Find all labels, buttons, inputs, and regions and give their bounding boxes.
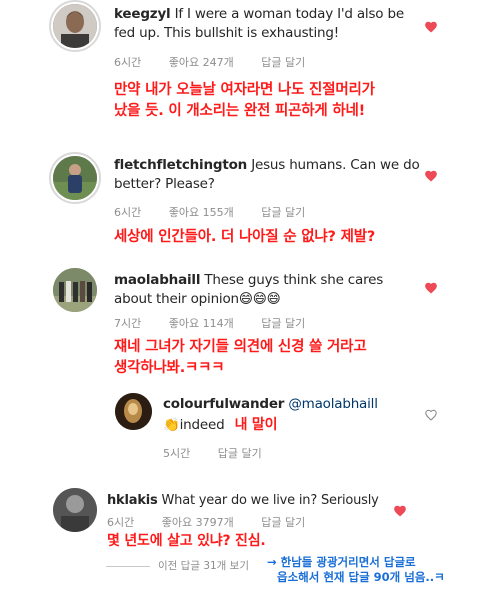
reply-button[interactable]: 답글 달기 — [261, 516, 305, 529]
avatar[interactable] — [53, 268, 97, 312]
comment-meta: 6시간 좋아요 155개 답글 달기 — [114, 204, 329, 220]
avatar[interactable] — [53, 488, 97, 532]
reply-text: colourfulwander @maolabhaill — [163, 395, 423, 414]
reply-button[interactable]: 답글 달기 — [261, 206, 305, 219]
translation: 내 말이 — [234, 417, 278, 433]
timestamp: 6시간 — [114, 206, 142, 219]
username[interactable]: hklakis — [107, 493, 158, 508]
view-previous-replies[interactable]: 이전 답글 31개 보기 — [106, 558, 249, 573]
note-line: 읍소해서 현재 답글 90개 넘음..ㅋ — [277, 570, 445, 584]
emoji: 👏 — [163, 417, 180, 433]
reply-button[interactable]: 답글 달기 — [261, 317, 305, 330]
comment-meta: 7시간 좋아요 114개 답글 달기 — [114, 315, 329, 331]
divider — [106, 565, 150, 567]
heart-icon[interactable] — [424, 281, 438, 295]
heart-icon[interactable] — [424, 20, 438, 34]
username[interactable]: maolabhaill — [114, 272, 200, 288]
reply-button[interactable]: 답글 달기 — [218, 447, 262, 460]
translation-line: 만약 내가 오늘날 여자라면 나도 진절머리가 — [114, 82, 375, 98]
avatar[interactable] — [53, 156, 97, 200]
comment-text: hklakis What year do we live in? Serious… — [107, 491, 407, 510]
heart-icon[interactable] — [424, 169, 438, 183]
translation-line: 세상에 인간들아. 더 나아질 순 없냐? 제발? — [114, 229, 376, 245]
comment-text: fletchfletchington Jesus humans. Can we … — [114, 156, 434, 194]
translation: 몇 년도에 살고 있냐? 진심. — [107, 531, 407, 552]
comment-meta: 5시간 답글 달기 — [163, 445, 286, 461]
like-count[interactable]: 좋아요 155개 — [169, 206, 234, 219]
timestamp: 5시간 — [163, 447, 191, 460]
translation-line: 생각하나봐.ㅋㅋㅋ — [114, 360, 225, 376]
comment-text: maolabhaill These guys think she cares a… — [114, 271, 414, 309]
avatar[interactable] — [115, 393, 152, 430]
like-count[interactable]: 좋아요 114개 — [169, 317, 234, 330]
mention-link[interactable]: @maolabhaill — [288, 396, 378, 412]
timestamp: 7시간 — [114, 317, 142, 330]
translation-line: 몇 년도에 살고 있냐? 진심. — [107, 533, 266, 549]
username[interactable]: colourfulwander — [163, 396, 284, 412]
comment-meta: 6시간 좋아요 3797개 답글 달기 — [107, 514, 329, 530]
translation-line: 쟤네 그녀가 자기들 의견에 신경 쓸 거라고 — [114, 339, 367, 355]
note-line: → 한남들 광광거리면서 답글로 — [267, 555, 416, 569]
comment-body: indeed — [179, 417, 225, 433]
username[interactable]: fletchfletchington — [114, 157, 247, 173]
view-previous-label[interactable]: 이전 답글 31개 보기 — [158, 560, 249, 572]
heart-icon[interactable] — [393, 504, 407, 518]
emoji: 😄😄😄 — [238, 291, 281, 307]
translation: 세상에 인간들아. 더 나아질 순 없냐? 제발? — [114, 227, 454, 248]
translation: 만약 내가 오늘날 여자라면 나도 진절머리가 났을 듯. 이 개소리는 완전 … — [114, 80, 454, 122]
comment-text: keegzyl If I were a woman today I'd also… — [114, 5, 414, 43]
comment-body: What year do we live in? Seriously — [161, 493, 379, 508]
username[interactable]: keegzyl — [114, 6, 171, 22]
avatar[interactable] — [53, 4, 97, 48]
annotation-note: → 한남들 광광거리면서 답글로 읍소해서 현재 답글 90개 넘음..ㅋ — [267, 555, 477, 585]
reply-button[interactable]: 답글 달기 — [261, 56, 305, 69]
like-count[interactable]: 좋아요 247개 — [169, 56, 234, 69]
reply-body: 👏indeed 내 말이 — [163, 415, 423, 436]
translation-line: 났을 듯. 이 개소리는 완전 피곤하게 하네! — [114, 103, 366, 119]
timestamp: 6시간 — [114, 56, 142, 69]
comment-meta: 6시간 좋아요 247개 답글 달기 — [114, 54, 329, 70]
translation: 쟤네 그녀가 자기들 의견에 신경 쓸 거라고 생각하나봐.ㅋㅋㅋ — [114, 337, 454, 379]
heart-outline-icon[interactable] — [424, 408, 438, 422]
like-count[interactable]: 좋아요 3797개 — [162, 516, 234, 529]
timestamp: 6시간 — [107, 516, 135, 529]
